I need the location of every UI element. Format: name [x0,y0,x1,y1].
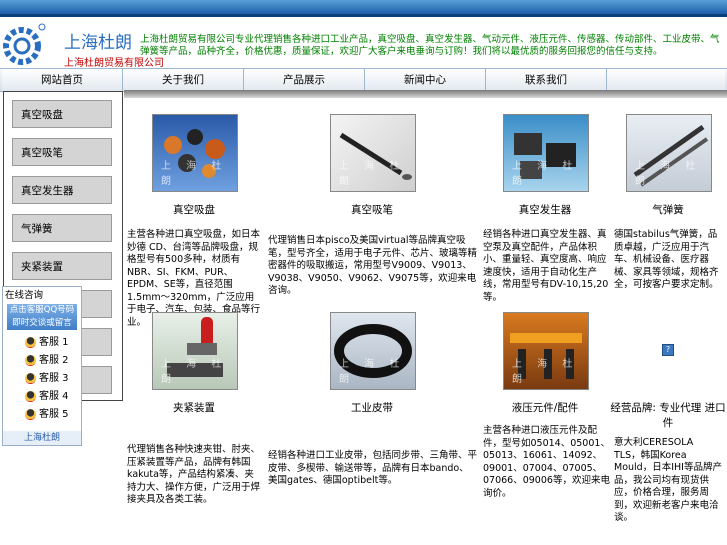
qq-penguin-icon [25,390,36,402]
sidebar-item-vacuum-pen[interactable]: 真空吸笔 [12,138,112,166]
product-image-hydraulic[interactable]: 上 海 杜 朗 [503,312,589,390]
consult-banner-line-2: 即时交谈或留言 [12,318,72,328]
qq-penguin-icon [25,354,36,366]
qq-service-label: 客服 3 [39,373,69,384]
qq-service-label: 客服 5 [39,409,69,420]
watermark: 上 海 杜 朗 [512,161,579,187]
qq-service-2[interactable]: 客服 2 [25,354,69,368]
qq-penguin-icon [25,408,36,420]
company-logo [3,23,46,65]
sidebar-item-gas-spring[interactable]: 气弹簧 [12,214,112,242]
qq-service-5[interactable]: 客服 5 [25,408,69,422]
product-image-gas-spring[interactable]: 上 海 杜 朗 [626,114,712,192]
sidebar-item-vacuum-cup[interactable]: 真空吸盘 [12,100,112,128]
scrolling-notice: 上海杜朗贸易有限公司专业代理销售各种进口工业产品，真空吸盘、真空发生器、气动元件… [140,34,720,57]
nav-home[interactable]: 网站首页 [2,69,123,91]
product-desc-gas-spring: 德国stabilus气弹簧，品质卓越，广泛应用于汽车、机械设备、医疗器械、家具等… [614,229,719,290]
qq-service-label: 客服 1 [39,337,69,348]
consult-title: 在线咨询 [5,290,44,301]
brand-name: 上海杜朗 [64,33,132,53]
product-image-vacuum-cup[interactable]: 上 海 杜 朗 [152,114,238,192]
watermark: 上 海 杜 朗 [512,359,579,385]
sidebar-item-vacuum-generator[interactable]: 真空发生器 [12,176,112,204]
watermark: 上 海 杜 朗 [339,161,406,187]
top-bar [0,0,727,14]
product-desc-vacuum-generator: 经销各种进口真空发生器、真空泵及真空配件，产品体积小、重量轻、真空度高、响应速度… [483,229,609,303]
sidebar-item-clamp[interactable]: 夹紧装置 [12,252,112,280]
product-image-clamp[interactable]: 上 海 杜 朗 [152,312,238,390]
broken-image-icon[interactable]: ? [662,344,674,356]
product-caption-gas-spring[interactable]: 气弹簧 [608,202,727,217]
nav-products[interactable]: 产品展示 [244,69,365,91]
product-caption-vacuum-generator[interactable]: 真空发生器 [485,202,605,217]
qq-service-label: 客服 4 [39,391,69,402]
watermark: 上 海 杜 朗 [635,161,702,187]
product-caption-clamp[interactable]: 夹紧装置 [134,400,254,415]
top-bar-strip [0,14,727,17]
product-desc-brands: 意大利CERESOLA TLS，韩国Korea Mould，日本IHI等品牌产品… [614,437,722,523]
consult-banner[interactable]: 点击客服QQ号码 即时交谈或留言 [7,304,77,330]
qq-service-3[interactable]: 客服 3 [25,372,69,386]
qq-service-4[interactable]: 客服 4 [25,390,69,404]
watermark: 上 海 杜 朗 [161,161,228,187]
product-image-belt[interactable]: 上 海 杜 朗 [330,312,416,390]
watermark: 上 海 杜 朗 [161,359,228,385]
nav-contact[interactable]: 联系我们 [486,69,607,91]
product-image-vacuum-pen[interactable]: 上 海 杜 朗 [330,114,416,192]
qq-penguin-icon [25,336,36,348]
main-nav: 网站首页 关于我们 产品展示 新闻中心 联系我们 [0,68,727,92]
consult-footer: 上海杜朗 [3,431,81,445]
content-shadow-bar [124,90,727,98]
product-caption-belt[interactable]: 工业皮带 [312,400,432,415]
product-caption-vacuum-pen[interactable]: 真空吸笔 [312,202,432,217]
consult-banner-line-1: 点击客服QQ号码 [9,305,75,315]
product-desc-hydraulic: 主营各种进口液压元件及配件，型号如05014、05001、05013、16061… [483,425,610,499]
product-desc-clamp: 代理销售各种快速夹钳、肘夹、压紧装置等产品，品牌有韩国kakuta等，产品结构紧… [127,444,261,505]
watermark: 上 海 杜 朗 [339,359,406,385]
product-image-vacuum-generator[interactable]: 上 海 杜 朗 [503,114,589,192]
qq-service-label: 客服 2 [39,355,69,366]
product-caption-vacuum-cup[interactable]: 真空吸盘 [134,202,254,217]
product-desc-vacuum-pen: 代理销售日本pisco及美国virtual等品牌真空吸笔，型号齐全，适用于电子元… [268,235,478,296]
nav-empty [607,69,725,91]
qq-penguin-icon [25,372,36,384]
product-caption-brands[interactable]: 经营品牌: 专业代理 进口件 [606,400,727,430]
online-consult-widget: 在线咨询 点击客服QQ号码 即时交谈或留言 客服 1 客服 2 客服 3 客服 … [2,286,82,446]
nav-about[interactable]: 关于我们 [123,69,244,91]
nav-news[interactable]: 新闻中心 [365,69,486,91]
product-caption-hydraulic[interactable]: 液压元件/配件 [485,400,605,415]
qq-service-1[interactable]: 客服 1 [25,336,69,350]
product-desc-belt: 经销各种进口工业皮带，包括同步带、三角带、平皮带、多楔带、输送带等，品牌有日本b… [268,450,478,486]
